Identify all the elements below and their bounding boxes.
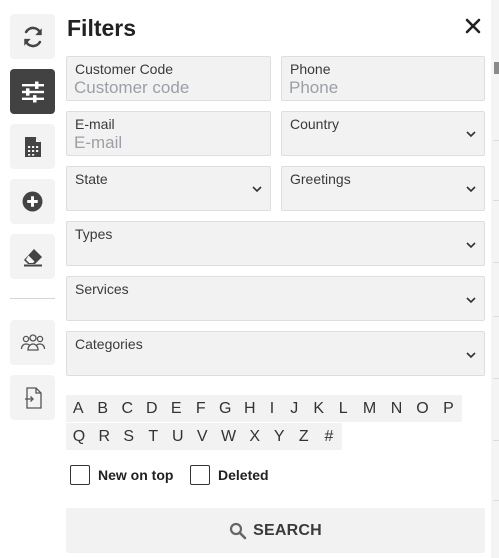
types-select[interactable]: Types [66, 221, 485, 266]
eraser-icon [23, 248, 42, 266]
add-circle-icon [22, 191, 43, 212]
letter-button-u[interactable]: U [165, 423, 190, 450]
types-label: Types [75, 226, 113, 242]
chevron-down-icon [466, 297, 476, 304]
refresh-button[interactable] [10, 14, 55, 59]
letter-button-r[interactable]: R [92, 423, 117, 450]
report-button[interactable] [10, 124, 55, 169]
chevron-down-icon [252, 186, 262, 193]
letter-button-a[interactable]: A [66, 395, 91, 422]
letter-button-x[interactable]: X [242, 423, 267, 450]
new-on-top-label: New on top [98, 467, 174, 483]
calculator-file-icon [24, 136, 41, 157]
import-button[interactable] [10, 375, 55, 420]
file-import-icon [24, 386, 42, 409]
letter-button-c[interactable]: C [115, 395, 140, 422]
categories-select[interactable]: Categories [66, 331, 485, 376]
greetings-label: Greetings [290, 171, 351, 187]
background-line [493, 500, 499, 501]
email-input[interactable] [74, 133, 254, 153]
letter-button-g[interactable]: G [213, 395, 238, 422]
letter-button-z[interactable]: Z [291, 423, 316, 450]
clear-button[interactable] [10, 234, 55, 279]
chevron-down-icon [466, 131, 476, 138]
filter-button[interactable] [10, 69, 55, 114]
letter-button-d[interactable]: D [139, 395, 164, 422]
filters-panel: Filters Customer Code Phone E-mail Count… [62, 0, 491, 558]
customer-code-label: Customer Code [75, 61, 174, 77]
deleted-checkbox[interactable]: Deleted [190, 465, 269, 485]
background-line [493, 140, 499, 141]
checkbox-box[interactable] [190, 465, 210, 485]
chevron-down-icon [466, 242, 476, 249]
search-button[interactable]: SEARCH [66, 508, 485, 553]
chevron-down-icon [466, 186, 476, 193]
letter-button-m[interactable]: M [355, 395, 384, 422]
search-icon [230, 522, 247, 539]
sidebar [0, 0, 62, 558]
letter-button-v[interactable]: V [190, 423, 215, 450]
background-line [493, 440, 499, 441]
chevron-down-icon [466, 352, 476, 359]
email-label: E-mail [75, 116, 115, 132]
letter-button-s[interactable]: S [116, 423, 141, 450]
panel-title: Filters [67, 15, 137, 41]
close-icon[interactable] [464, 17, 482, 35]
letter-button-e[interactable]: E [164, 395, 189, 422]
phone-label: Phone [290, 61, 331, 77]
checkbox-box[interactable] [70, 465, 90, 485]
letter-button-o[interactable]: O [409, 395, 436, 422]
letter-button-w[interactable]: W [214, 423, 243, 450]
background-page-edge [491, 0, 499, 558]
letter-button-n[interactable]: N [383, 395, 410, 422]
services-select[interactable]: Services [66, 276, 485, 321]
letter-button-h[interactable]: H [237, 395, 262, 422]
filter-sliders-icon [21, 81, 44, 102]
deleted-label: Deleted [218, 467, 269, 483]
letter-button-l[interactable]: L [331, 395, 356, 422]
letter-button-j[interactable]: J [282, 395, 307, 422]
background-line [493, 262, 499, 263]
search-label: SEARCH [253, 521, 322, 539]
sidebar-divider [10, 298, 55, 299]
country-label: Country [290, 116, 340, 132]
letter-button-k[interactable]: K [306, 395, 331, 422]
letter-button-p[interactable]: P [435, 395, 462, 422]
services-label: Services [75, 281, 129, 297]
state-select[interactable]: State [66, 166, 271, 211]
customer-code-input[interactable] [74, 78, 254, 98]
refresh-icon [23, 26, 42, 47]
categories-label: Categories [75, 336, 143, 352]
letter-button-hash[interactable]: # [316, 423, 342, 450]
country-select[interactable]: Country [281, 111, 485, 156]
email-field: E-mail [66, 111, 271, 156]
letter-button-i[interactable]: I [262, 395, 282, 422]
state-label: State [75, 171, 108, 187]
background-block [494, 62, 499, 74]
background-line [493, 200, 499, 201]
phone-input[interactable] [289, 78, 469, 98]
letter-button-f[interactable]: F [188, 395, 213, 422]
greetings-select[interactable]: Greetings [281, 166, 485, 211]
phone-field: Phone [281, 56, 485, 101]
background-line [493, 316, 499, 317]
letter-button-t[interactable]: T [141, 423, 166, 450]
add-button[interactable] [10, 179, 55, 224]
users-group-icon [20, 333, 45, 351]
background-line [493, 378, 499, 379]
customers-button[interactable] [10, 320, 55, 365]
customer-code-field: Customer Code [66, 56, 271, 101]
new-on-top-checkbox[interactable]: New on top [70, 465, 173, 485]
letter-button-b[interactable]: B [90, 395, 115, 422]
letter-button-y[interactable]: Y [267, 423, 292, 450]
letter-button-q[interactable]: Q [66, 423, 92, 450]
